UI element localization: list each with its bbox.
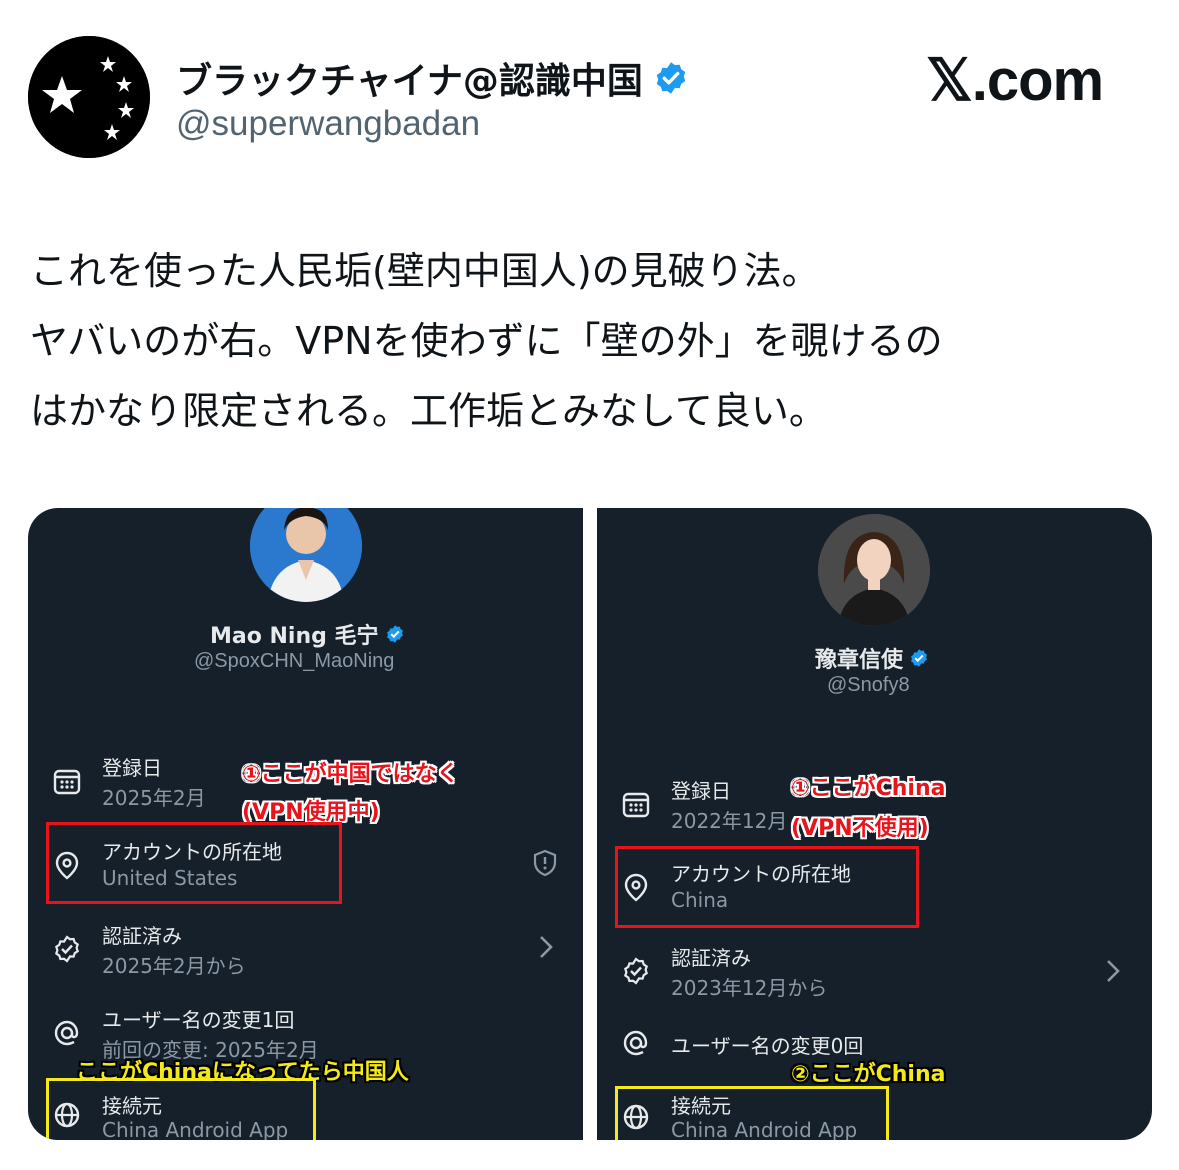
row-title: ユーザー名の変更1回 xyxy=(102,1008,295,1032)
row-sub: 2025年2月 xyxy=(102,786,206,810)
at-sign-icon xyxy=(54,1020,79,1046)
right-profile-handle: @Snofy8 xyxy=(827,674,910,696)
left-profile-name: Mao Ning 毛宁 xyxy=(210,618,405,650)
row-title: 認証済み xyxy=(102,924,182,948)
row-sub: 2025年2月から xyxy=(102,954,246,978)
annotation-red: ①ここが中国ではなく xyxy=(242,762,459,787)
annotation-yellow: ②ここがChina xyxy=(791,1062,946,1087)
verified-check-icon xyxy=(623,957,649,985)
author-handle[interactable]: @superwangbadan xyxy=(176,104,480,144)
shield-icon[interactable] xyxy=(530,848,560,878)
row-sub: China xyxy=(671,888,729,912)
chevron-right-icon[interactable] xyxy=(536,932,556,962)
location-pin-icon xyxy=(55,851,79,880)
verified-check-icon xyxy=(54,935,80,963)
row-sub: China Android App xyxy=(671,1118,858,1140)
tweet-line: これを使った人民垢(壁内中国人)の見破り法。 xyxy=(30,249,820,293)
tweet-media[interactable]: Mao Ning 毛宁 @SpoxCHN_MaoNing 登録日 2025年2月… xyxy=(28,508,1152,1140)
row-sub: China Android App xyxy=(102,1118,289,1140)
row-title: ユーザー名の変更0回 xyxy=(671,1034,864,1058)
right-screenshot[interactable]: 豫章信使 @Snofy8 登録日 2022年12月 ①ここがChina (VPN… xyxy=(597,508,1152,1140)
right-profile-name: 豫章信使 xyxy=(815,642,929,674)
left-screenshot[interactable]: Mao Ning 毛宁 @SpoxCHN_MaoNing 登録日 2025年2月… xyxy=(28,508,583,1140)
row-sub: 2022年12月 xyxy=(671,809,788,833)
globe-icon xyxy=(623,1104,649,1130)
row-title: 接続元 xyxy=(102,1094,162,1118)
author-avatar[interactable] xyxy=(28,36,150,158)
row-title: 登録日 xyxy=(671,779,731,803)
tweet-header: ブラックチャイナ@認識中国 @superwangbadan 𝕏.com xyxy=(0,0,1179,170)
tweet-line: はかなり限定される。工作垢とみなして良い。 xyxy=(30,389,827,433)
annotation-red: (VPN不使用) xyxy=(791,816,929,841)
mao-ning-avatar xyxy=(250,508,362,602)
x-com-logo: 𝕏.com xyxy=(926,48,1104,113)
right-profile-name-text: 豫章信使 xyxy=(815,648,904,673)
display-name-text: ブラックチャイナ@認識中国 xyxy=(176,61,643,102)
location-pin-icon xyxy=(624,873,648,902)
calendar-icon xyxy=(53,769,81,795)
snofy-avatar xyxy=(818,514,930,626)
annotation-red: ①ここがChina xyxy=(791,776,946,801)
at-sign-icon xyxy=(623,1030,648,1056)
author-display-name[interactable]: ブラックチャイナ@認識中国 xyxy=(176,52,689,104)
verified-badge-icon xyxy=(656,62,686,94)
chevron-right-icon[interactable] xyxy=(1103,956,1123,986)
row-title: 登録日 xyxy=(102,756,162,780)
row-title: アカウントの所在地 xyxy=(102,840,282,864)
left-profile-handle: @SpoxCHN_MaoNing xyxy=(194,650,395,672)
left-profile-name-text: Mao Ning 毛宁 xyxy=(210,624,379,649)
row-sub: United States xyxy=(102,866,238,890)
verified-badge-icon xyxy=(386,625,403,643)
tweet-line: ヤバいのが右。VPNを使わずに「壁の外」を覗けるの xyxy=(30,319,943,363)
globe-icon xyxy=(54,1102,80,1128)
tweet-text: これを使った人民垢(壁内中国人)の見破り法。 ヤバいのが右。VPNを使わずに「壁… xyxy=(30,236,1150,446)
row-sub: 2023年12月から xyxy=(671,976,828,1000)
calendar-icon xyxy=(622,792,650,818)
black-stars-avatar-icon xyxy=(28,36,150,158)
row-title: 接続元 xyxy=(671,1094,731,1118)
row-title: アカウントの所在地 xyxy=(671,862,851,886)
row-title: 認証済み xyxy=(671,946,751,970)
verified-badge-icon xyxy=(911,649,927,667)
